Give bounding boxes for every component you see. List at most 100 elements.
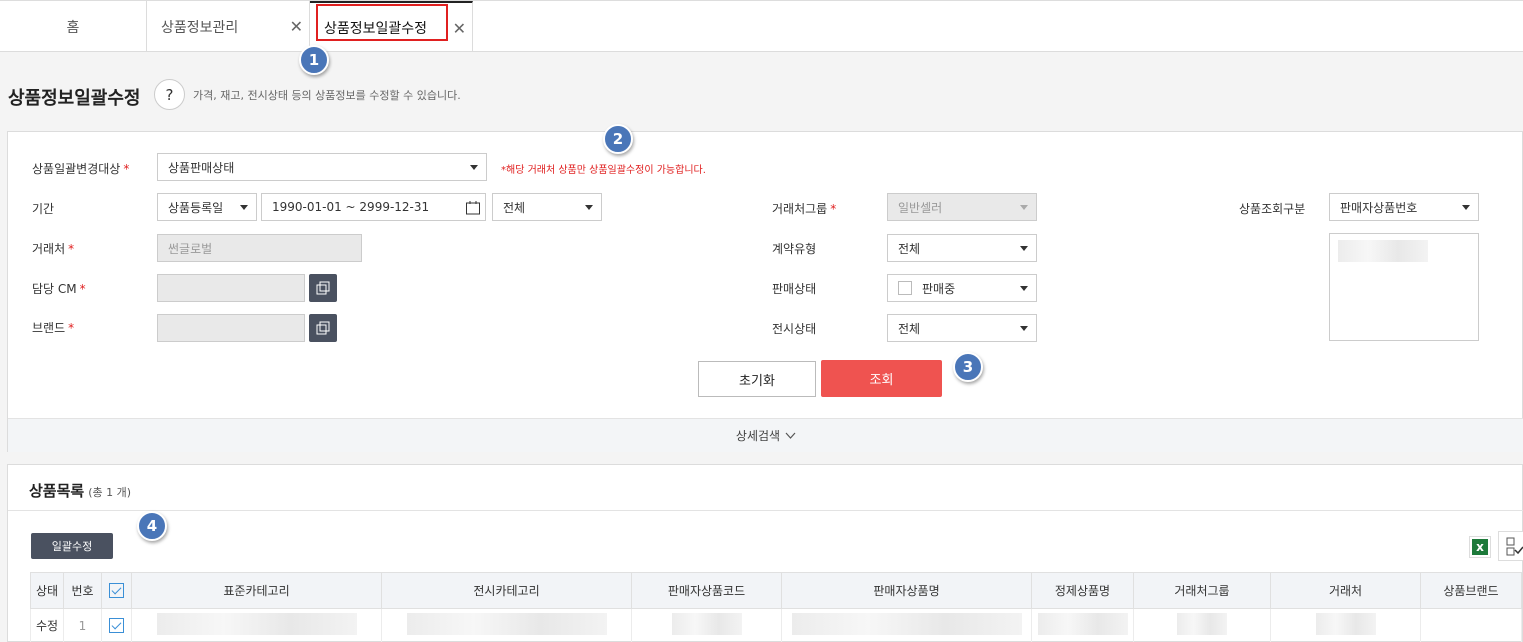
tab-label: 홈 [66,19,80,36]
step-badge-4: 4 [137,511,167,541]
detail-search-label: 상세검색 [735,429,781,443]
target-select-value: 상품판매상태 [168,160,235,175]
list-count: (총 1 개) [88,486,132,499]
chevron-down-icon [1020,205,1028,210]
cell-vendor-group [1133,608,1271,642]
col-seller-product-code: 판매자상품코드 [631,572,782,609]
copy-icon [316,281,330,295]
list-title: 상품목록 (총 1 개) [29,480,131,501]
contract-label: 계약유형 [772,242,817,256]
blurred-text [406,613,607,635]
checkbox[interactable] [898,281,912,295]
cm-label: 담당 CM * [32,282,86,296]
chevron-down-icon [1020,246,1028,251]
tab-bar: 홈 상품정보관리 ✕ 상품정보일괄수정 ✕ [0,0,1523,52]
period-type-select[interactable]: 상품등록일 [157,193,257,221]
list-title-text: 상품목록 [29,482,85,500]
display-status-label: 전시상태 [772,322,817,336]
col-number: 번호 [63,572,102,609]
column-settings-icon[interactable] [1498,531,1523,561]
notice-text: *해당 거래처 상품만 상품일괄수정이 가능합니다. [501,165,706,176]
cell-seller-product-name [781,608,1032,642]
sale-status-value: 판매중 [922,281,956,296]
close-icon[interactable]: ✕ [290,17,303,36]
lookup-select[interactable]: 판매자상품번호 [1329,193,1479,221]
lookup-value: 판매자상품번호 [1340,200,1418,215]
blurred-text [671,613,742,635]
target-label: 상품일괄변경대상 * [32,162,130,176]
blurred-text [1338,240,1428,262]
display-status-value: 전체 [898,321,921,336]
contract-select[interactable]: 전체 [887,234,1037,262]
excel-icon[interactable]: x [1469,536,1491,558]
target-select[interactable]: 상품판매상태 [157,153,487,181]
chevron-down-icon [1020,326,1028,331]
cell-vendor [1270,608,1421,642]
blurred-text [156,613,357,635]
chevron-down-icon [785,432,796,439]
period-type-value: 상품등록일 [168,200,224,215]
period-label: 기간 [32,202,55,216]
cell-seller-product-code [631,608,782,642]
table-header-row: 상태 번호 표준카테고리 전시카테고리 판매자상품코드 판매자상품명 정제상품명… [30,572,1522,609]
calendar-icon[interactable] [465,200,481,216]
period-range-value: 1990-01-01 ~ 2999-12-31 [272,200,430,214]
close-icon[interactable]: ✕ [453,19,466,38]
chevron-down-icon [1020,286,1028,291]
cell-standard-category [131,608,382,642]
cell-select[interactable] [101,608,132,642]
col-display-category: 전시카테고리 [381,572,632,609]
search-panel: 상품일괄변경대상 * 상품판매상태 *해당 거래처 상품만 상품일괄수정이 가능합… [7,131,1523,452]
lookup-textarea[interactable] [1329,233,1479,341]
col-refined-product-name: 정제상품명 [1031,572,1134,609]
period-extra-value: 전체 [503,200,526,215]
cm-search-button[interactable] [309,274,337,302]
search-button[interactable]: 조회 [821,360,942,397]
chevron-down-icon [240,205,248,210]
cm-input [157,274,305,302]
col-vendor-group: 거래처그룹 [1133,572,1271,609]
sale-status-select[interactable]: 판매중 [887,274,1037,302]
vendor-input: 썬글로벌 [157,234,362,262]
checkbox[interactable] [109,618,124,633]
chevron-down-icon [1462,205,1470,210]
vendor-label: 거래처 * [32,242,75,256]
product-table: 상태 번호 표준카테고리 전시카테고리 판매자상품코드 판매자상품명 정제상품명… [30,572,1522,642]
step-badge-3: 3 [953,352,983,382]
display-status-select[interactable]: 전체 [887,314,1037,342]
chevron-down-icon [585,205,593,210]
table-row[interactable]: 수정 1 [30,608,1522,642]
sale-status-label: 판매상태 [772,282,817,296]
help-icon[interactable]: ? [154,79,185,110]
brand-input [157,314,305,342]
blurred-text [1177,613,1227,635]
brand-search-button[interactable] [309,314,337,342]
vendor-value: 썬글로벌 [168,241,213,256]
period-extra-select[interactable]: 전체 [492,193,602,221]
blurred-text [1315,613,1376,635]
brand-label: 브랜드 * [32,321,75,335]
step-badge-1: 1 [299,45,329,75]
col-vendor: 거래처 [1270,572,1421,609]
cell-refined-product-name [1031,608,1134,642]
checkbox[interactable] [109,583,124,598]
detail-search-toggle[interactable]: 상세검색 [8,418,1523,452]
vendor-group-value: 일반셀러 [898,200,943,215]
cell-display-category [381,608,632,642]
cell-status: 수정 [30,608,64,642]
col-product-brand: 상품브랜드 [1420,572,1522,609]
reset-button[interactable]: 초기화 [698,361,816,397]
bulk-edit-button[interactable]: 일괄수정 [31,533,113,559]
blurred-text [791,613,1022,635]
page-title: 상품정보일괄수정 [8,88,141,109]
tab-product-info-management[interactable]: 상품정보관리 ✕ [147,1,310,52]
col-status: 상태 [30,572,64,609]
cell-number: 1 [63,608,102,642]
tab-home[interactable]: 홈 [0,1,147,52]
vendor-group-select: 일반셀러 [887,193,1037,221]
product-list-panel: 상품목록 (총 1 개) 일괄수정 x 상태 번호 표준카테고리 전시카테고리 판… [7,464,1523,642]
col-select-all[interactable] [101,572,132,609]
tab-label: 상품정보관리 [161,19,239,36]
period-range-input[interactable]: 1990-01-01 ~ 2999-12-31 [261,193,486,221]
page-description: 가격, 재고, 전시상태 등의 상품정보를 수정할 수 있습니다. [193,89,461,102]
